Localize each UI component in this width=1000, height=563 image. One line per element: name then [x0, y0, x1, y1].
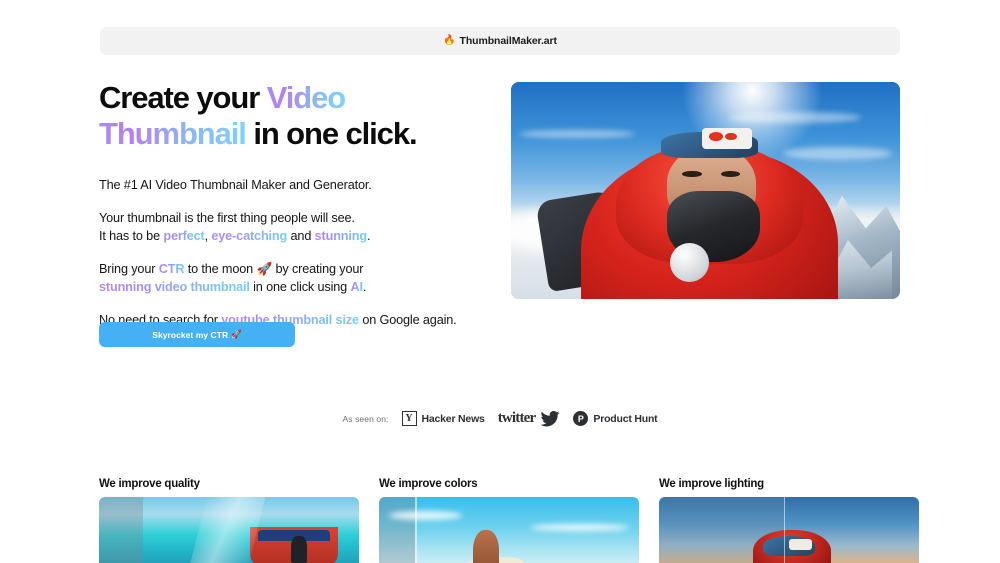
rocket-icon: 🚀: [256, 261, 273, 276]
feature-card-quality: We improve quality: [99, 478, 359, 563]
headline-gradient-video: Video: [266, 80, 346, 115]
keyword-perfect: perfect: [163, 229, 205, 243]
as-seen-on-label: As seen on:: [342, 413, 389, 424]
feature-image-lighting[interactable]: [659, 497, 919, 563]
main-preview-image[interactable]: [511, 82, 900, 299]
skyrocket-cta-button[interactable]: Skyrocket my CTR 🚀: [99, 322, 295, 347]
keyword-ctr: CTR: [158, 261, 185, 276]
headlamp-patch: [789, 539, 813, 551]
hero-p1-text: The #1 AI Video Thumbnail Maker and Gene…: [99, 178, 372, 192]
person-on-boat: [291, 536, 307, 563]
headline-gradient-thumbnail: Thumbnail: [99, 116, 247, 151]
cta-label: Skyrocket my CTR: [152, 329, 229, 340]
hero-section: Create your Video Thumbnail in one click.…: [0, 72, 1000, 372]
cloud-wisp: [529, 523, 629, 531]
landing-page: 🔥 ThumbnailMaker.art Create your Video Th…: [0, 0, 1000, 563]
surfer: [472, 529, 499, 563]
hero-p2-a: It has to be: [99, 229, 164, 243]
hero-p3-a: Bring your: [99, 261, 159, 276]
headline-part-1: Create your: [99, 80, 267, 115]
feature-card-colors: We improve colors: [379, 478, 639, 563]
hero-p2-line1: Your thumbnail is the first thing people…: [99, 210, 355, 225]
hero-p3-c: by creating your: [272, 261, 364, 276]
twitter-bird-icon: [540, 410, 560, 426]
hero-paragraph-3: Bring your CTR to the moon 🚀 by creating…: [99, 260, 499, 297]
logo-dot: [724, 132, 737, 141]
hero-paragraph-1: The #1 AI Video Thumbnail Maker and Gene…: [99, 176, 499, 195]
before-after-divider: [415, 497, 417, 563]
hero-copy: Create your Video Thumbnail in one click.…: [99, 80, 499, 347]
oxygen-canister: [670, 242, 710, 282]
feature-image-quality[interactable]: [99, 497, 359, 563]
hero-gallery: [511, 82, 900, 299]
hero-paragraph-2: Your thumbnail is the first thing people…: [99, 209, 499, 246]
logo-product-hunt[interactable]: P Product Hunt: [573, 411, 658, 426]
keyword-stunning: stunning: [314, 229, 368, 243]
feature-image-colors[interactable]: [379, 497, 639, 563]
hero-p2-c: and: [287, 229, 315, 243]
page-title: Create your Video Thumbnail in one click.: [99, 80, 499, 152]
social-proof-bar: As seen on: Y Hacker News twitter P Prod…: [0, 410, 1000, 427]
logo-twitter[interactable]: twitter: [498, 410, 561, 427]
flame-icon: 🔥: [443, 35, 456, 46]
keyword-ai: AI: [350, 280, 363, 294]
hero-p4-b: on Google again.: [358, 312, 457, 327]
logo-dot: [709, 131, 723, 141]
hero-p3-d: in one click using: [249, 280, 351, 294]
hero-p2-d: .: [366, 229, 371, 243]
feature-title-quality: We improve quality: [99, 478, 200, 490]
hacker-news-label: Hacker News: [421, 412, 485, 425]
twitter-wordmark: twitter: [497, 410, 536, 426]
ycombinator-icon: Y: [401, 411, 417, 426]
product-hunt-label: Product Hunt: [593, 412, 658, 425]
keyword-stunning-video-thumbnail: stunning video thumbnail: [99, 280, 250, 294]
hero-p3-b: to the moon: [184, 261, 257, 276]
feature-title-colors: We improve colors: [379, 478, 478, 490]
headline-part-2: in one click.: [245, 116, 417, 151]
hero-p3-e: .: [362, 280, 367, 294]
logo-hacker-news[interactable]: Y Hacker News: [401, 411, 485, 426]
before-after-divider: [783, 497, 786, 563]
product-hunt-icon: P: [573, 411, 589, 426]
features-row: We improve quality We improve colors We: [99, 478, 919, 563]
before-overlay: [99, 497, 144, 563]
before-overlay: [379, 497, 416, 563]
keyword-eye-catching: eye-catching: [211, 229, 288, 243]
cta-rocket-icon: 🚀: [231, 329, 242, 339]
site-header-bar[interactable]: 🔥 ThumbnailMaker.art: [100, 27, 900, 55]
feature-card-lighting: We improve lighting: [659, 478, 919, 563]
feature-title-lighting: We improve lighting: [659, 478, 764, 490]
site-title: ThumbnailMaker.art: [459, 35, 558, 47]
